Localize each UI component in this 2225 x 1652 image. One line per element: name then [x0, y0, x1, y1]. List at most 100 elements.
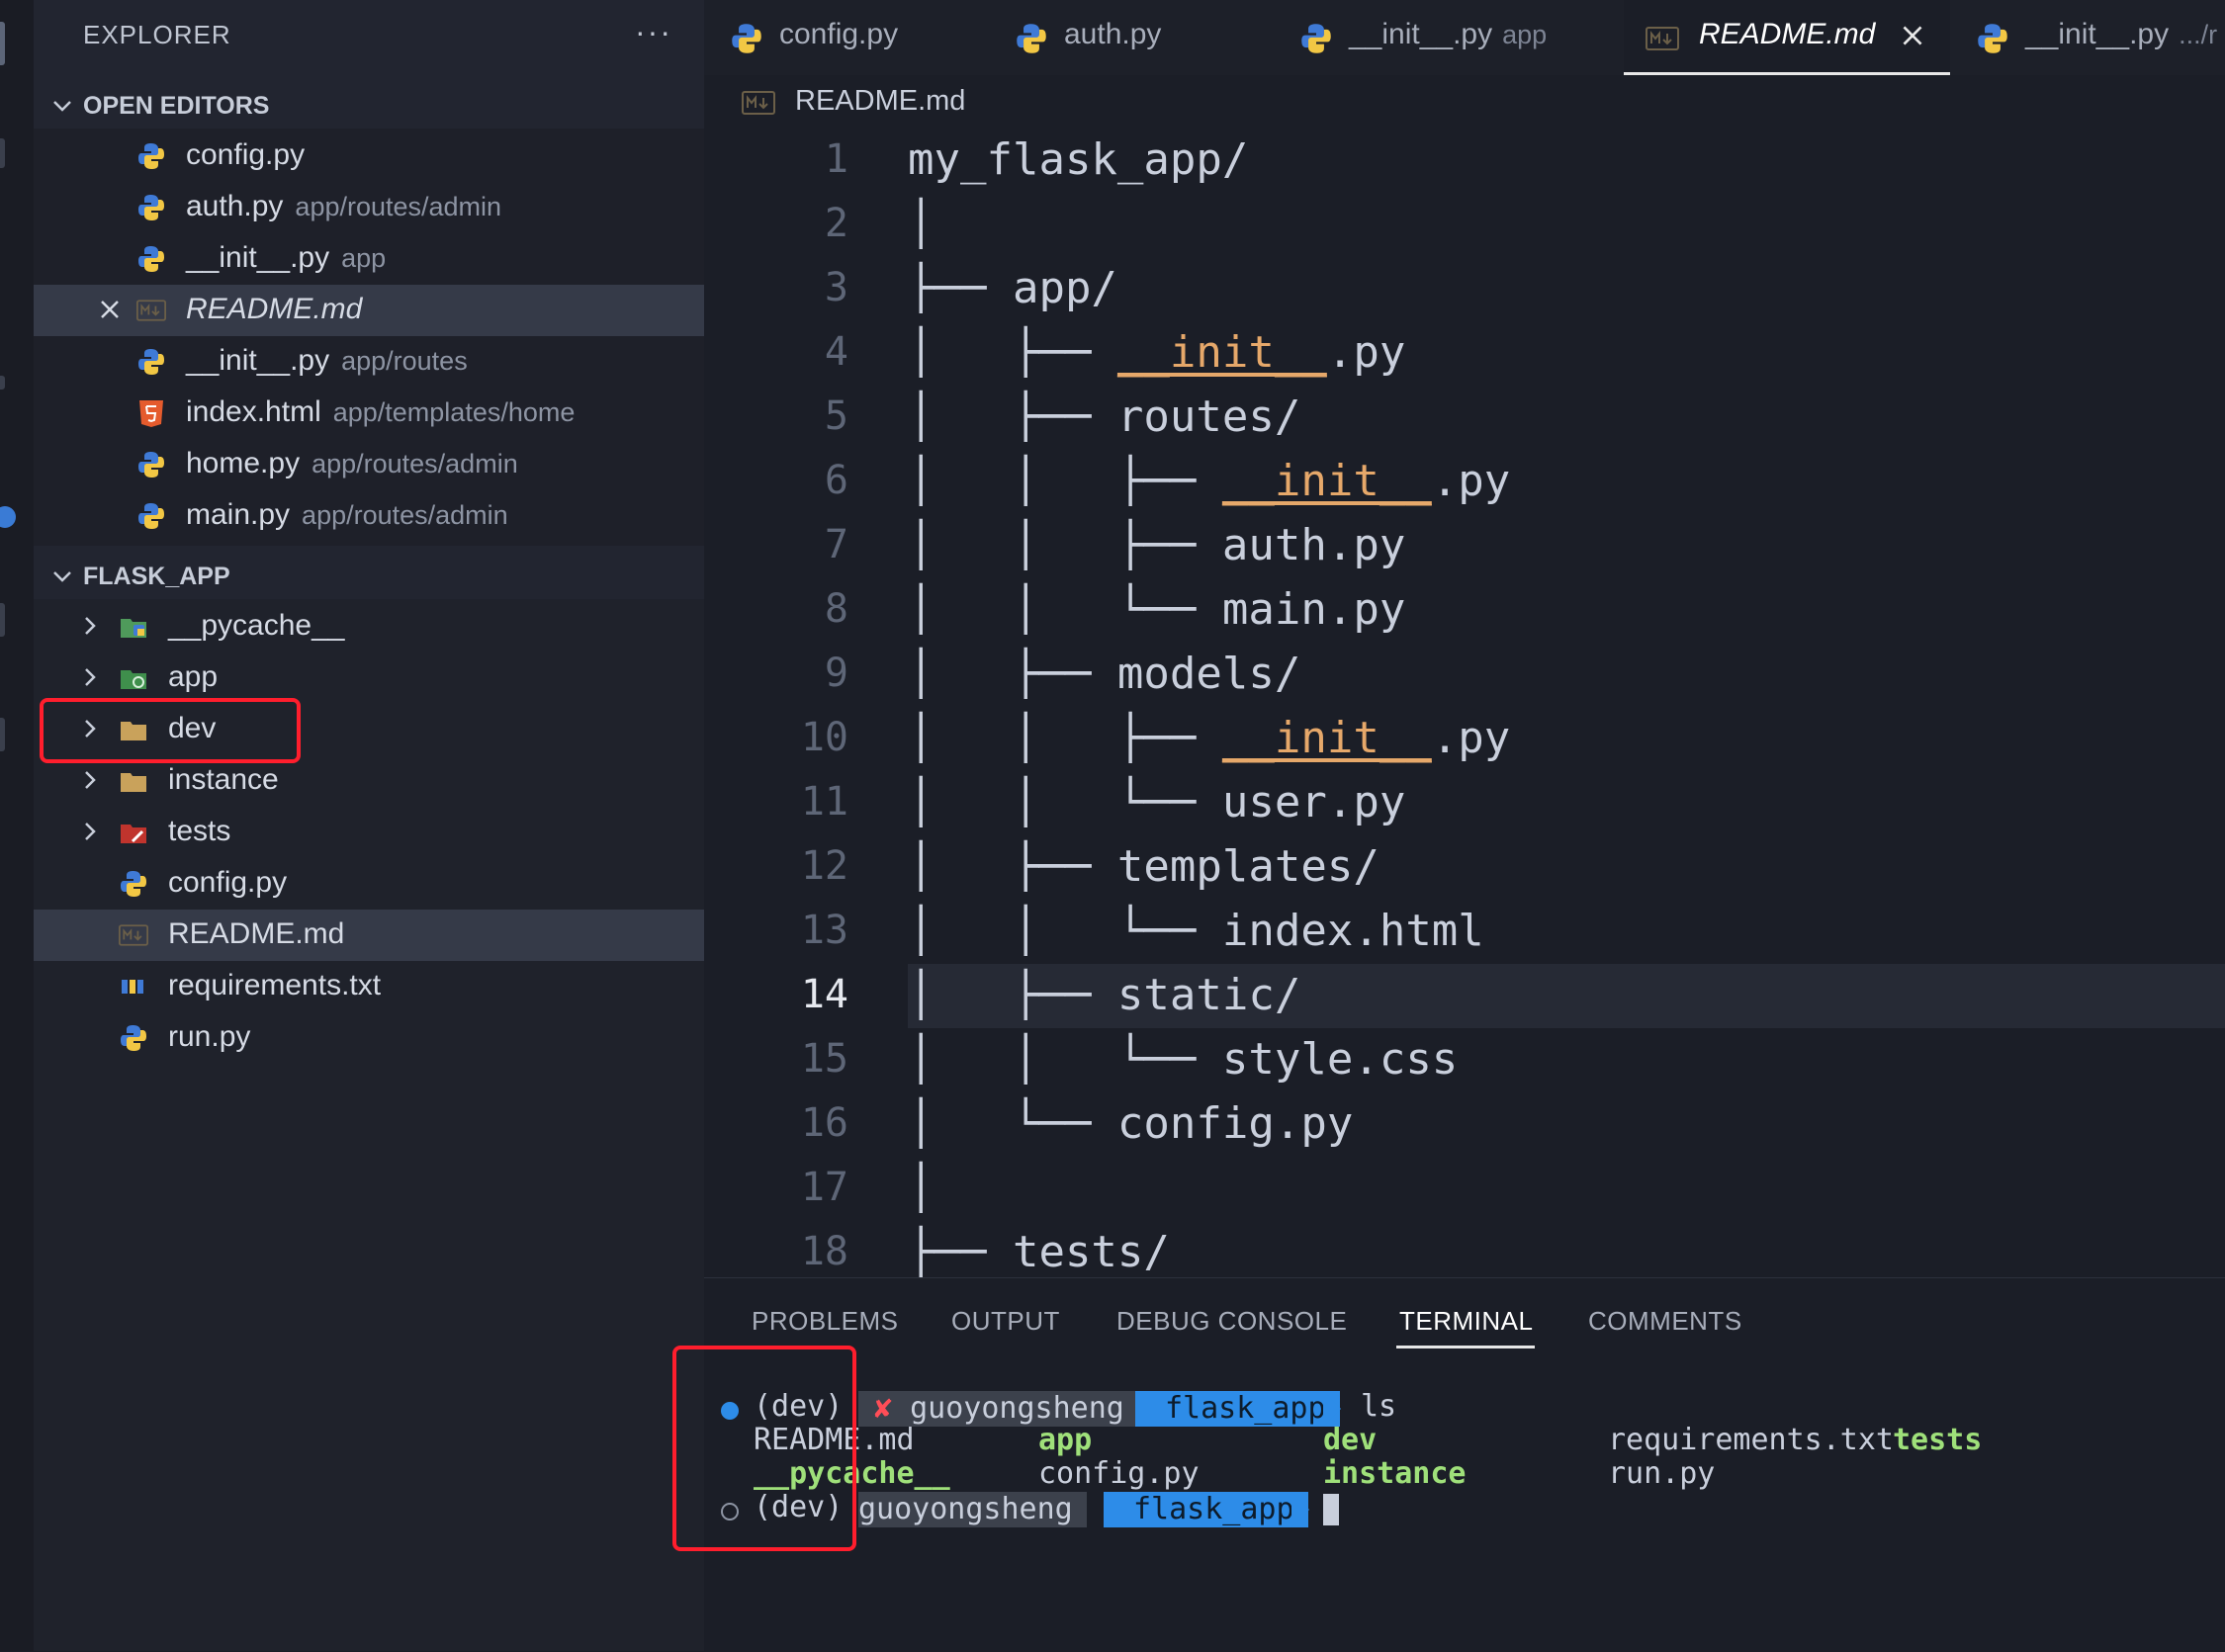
- tab-config-py[interactable]: config.py: [704, 0, 989, 75]
- bottom-panel: PROBLEMS OUTPUT DEBUG CONSOLE TERMINAL C…: [672, 1277, 2225, 1652]
- explorer-sidebar: EXPLORER ··· OPEN EDITORS config.py auth…: [34, 0, 704, 1651]
- code-line: my_flask_app/: [908, 134, 1249, 185]
- code-line: │ ├── models/: [908, 649, 1301, 699]
- code-line: │ ├── routes/: [908, 391, 1301, 442]
- code-line: │ └── config.py: [908, 1098, 1354, 1149]
- prompt-dir-segment: flask_app: [1104, 1492, 1308, 1527]
- tab-output[interactable]: OUTPUT: [951, 1306, 1060, 1337]
- tab-comments[interactable]: COMMENTS: [1588, 1306, 1742, 1337]
- open-editor-item[interactable]: __init__.py app/routes: [34, 336, 704, 388]
- line-number: 15: [800, 1036, 848, 1082]
- code-line: ├── app/: [908, 263, 1117, 313]
- code-line: │ ├── static/: [908, 970, 1301, 1020]
- line-number: 12: [800, 843, 848, 889]
- open-editor-item[interactable]: auth.py app/routes/admin: [34, 182, 704, 233]
- open-editor-item[interactable]: __init__.py app: [34, 233, 704, 285]
- ls-item: config.py: [1038, 1456, 1200, 1491]
- line-number: 3: [824, 265, 848, 310]
- chevron-right-icon: [85, 617, 96, 635]
- tab-problems[interactable]: PROBLEMS: [752, 1306, 899, 1337]
- line-number: 14: [800, 972, 848, 1017]
- terminal-cursor[interactable]: [1323, 1494, 1339, 1525]
- chevron-down-icon: [53, 101, 71, 112]
- tab-init-py-routes[interactable]: __init__.py .../r: [1950, 0, 2225, 75]
- open-editor-item[interactable]: main.py app/routes/admin: [34, 490, 704, 542]
- explorer-activity-icon[interactable]: [0, 22, 5, 65]
- chevron-right-icon: [85, 668, 96, 686]
- search-activity-icon[interactable]: [0, 138, 5, 168]
- tab-readme-md[interactable]: README.md: [1624, 0, 1950, 75]
- extensions-activity-icon[interactable]: [0, 718, 5, 751]
- line-number: 8: [824, 586, 848, 632]
- open-editor-item[interactable]: config.py: [34, 130, 704, 182]
- line-number: 17: [800, 1165, 848, 1210]
- tree-folder-app[interactable]: app: [34, 652, 704, 704]
- python-icon: [138, 503, 164, 529]
- open-editors-header[interactable]: OPEN EDITORS: [34, 83, 704, 127]
- open-editor-item-active[interactable]: README.md: [34, 285, 704, 336]
- tree-file-requirements[interactable]: requirements.txt: [34, 961, 704, 1012]
- ellipsis-icon[interactable]: ···: [635, 14, 672, 50]
- active-tab-indicator: [1624, 72, 1950, 75]
- python-icon: [138, 349, 164, 375]
- code-line: │ │ └── style.css: [908, 1034, 1459, 1085]
- open-editor-item[interactable]: index.html app/templates/home: [34, 388, 704, 439]
- python-icon: [1978, 24, 2007, 53]
- terminal-command: ls: [1361, 1389, 1397, 1424]
- python-icon: [1017, 24, 1046, 53]
- explorer-title: EXPLORER: [83, 20, 231, 49]
- tree-file-run[interactable]: run.py: [34, 1012, 704, 1064]
- html-icon: [139, 400, 163, 427]
- code-line: │ │ ├── __init__.py: [908, 713, 1511, 763]
- markdown-icon: [1646, 27, 1679, 50]
- markdown-icon: [136, 300, 166, 321]
- line-number: 9: [824, 651, 848, 696]
- terminal-tab-indicator: [1396, 1346, 1535, 1348]
- tree-file-config[interactable]: config.py: [34, 858, 704, 910]
- code-line: │ ├── __init__.py: [908, 327, 1406, 378]
- prompt-user-segment: guoyongsheng: [858, 1492, 1087, 1527]
- tree-folder-tests[interactable]: tests: [34, 807, 704, 858]
- code-line: │: [908, 199, 934, 249]
- line-number: 5: [824, 393, 848, 439]
- code-line: │ │ └── user.py: [908, 777, 1406, 827]
- tab-init-py-app[interactable]: __init__.py app: [1274, 0, 1624, 75]
- ls-item: instance: [1323, 1456, 1467, 1491]
- source-control-activity-icon[interactable]: [0, 376, 5, 390]
- open-editor-item[interactable]: home.py app/routes/admin: [34, 439, 704, 490]
- line-number: 4: [824, 329, 848, 375]
- markdown-icon: [742, 91, 775, 115]
- folder-tests-icon: [121, 825, 146, 843]
- chevron-right-icon: [85, 771, 96, 789]
- activity-bar: [0, 0, 35, 1651]
- tab-auth-py[interactable]: auth.py: [989, 0, 1274, 75]
- project-header[interactable]: FLASK_APP: [34, 554, 704, 597]
- line-number: 16: [800, 1100, 848, 1146]
- chevron-down-icon: [53, 571, 71, 582]
- tab-debug-console[interactable]: DEBUG CONSOLE: [1116, 1306, 1347, 1337]
- ls-item: run.py: [1608, 1456, 1716, 1491]
- tree-file-readme[interactable]: README.md: [34, 910, 704, 961]
- code-line: ├── tests/: [908, 1227, 1170, 1277]
- python-icon: [138, 195, 164, 220]
- python-icon: [732, 24, 761, 53]
- code-line: │ ├── templates/: [908, 841, 1380, 892]
- prompt-arrow-icon: [1291, 1492, 1309, 1527]
- code-editor[interactable]: 1my_flask_app/2│3├── app/# 应用程序主目录4│ ├──…: [704, 129, 2225, 1277]
- prompt-dir-segment: flask_app: [1135, 1391, 1340, 1427]
- ls-item: tests: [1893, 1423, 1983, 1457]
- tab-terminal[interactable]: TERMINAL: [1399, 1306, 1533, 1337]
- close-icon[interactable]: [95, 295, 125, 324]
- editor-tab-bar: config.py auth.py __init__.py app README.…: [704, 0, 2225, 75]
- tree-folder-pycache[interactable]: __pycache__: [34, 601, 704, 652]
- close-icon[interactable]: [1897, 20, 1928, 51]
- notification-badge: [0, 506, 16, 528]
- dev-folder-annotation: [40, 698, 301, 763]
- line-number: 10: [800, 715, 848, 760]
- folder-python-icon: [121, 619, 146, 638]
- run-activity-icon[interactable]: [0, 603, 5, 637]
- prompt-user-segment: ✘ guoyongsheng: [858, 1391, 1138, 1427]
- ls-item: dev: [1323, 1423, 1378, 1457]
- chevron-right-icon: [85, 823, 96, 840]
- code-line: │ │ └── index.html: [908, 906, 1484, 956]
